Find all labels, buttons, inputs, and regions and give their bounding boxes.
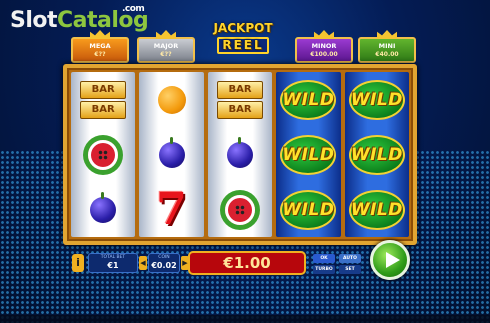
wild-label: WILD	[350, 199, 403, 220]
jackpot-value: €??	[94, 51, 106, 58]
jackpot-name: MINOR	[311, 42, 337, 50]
plum-icon	[227, 136, 254, 168]
logo-domain: .com	[122, 4, 145, 14]
symbol-plum	[146, 131, 198, 179]
total-bet-value: €1	[107, 261, 119, 270]
autoplay-button[interactable]: AUTO	[339, 254, 361, 263]
jackpot-reel-line2: REEL	[217, 37, 269, 54]
jackpot-value: €??	[160, 51, 172, 58]
reels-area: BAR BAR 7 BAR BAR WILD WILD WILD WILD WILD WILD	[71, 72, 410, 237]
bottom-status-bar	[0, 315, 490, 323]
control-panel: i TOTAL BET €1 ◀ COIN €0.02 ▶ €1.00 OK A…	[68, 240, 418, 280]
reel-3: BAR BAR	[207, 72, 273, 237]
crown-icon	[377, 30, 397, 39]
settings-button[interactable]: SET	[339, 265, 361, 274]
jackpot-reel-line1: JACKPOT	[213, 21, 273, 35]
wild-label: WILD	[282, 89, 335, 110]
coin-display: COIN €0.02	[148, 253, 180, 273]
jackpot-name: MINI	[378, 42, 396, 50]
reel-5: WILD WILD WILD	[344, 72, 410, 237]
bar-icon: BAR	[217, 80, 264, 99]
wild-icon: WILD	[280, 79, 337, 120]
info-button[interactable]: i	[72, 254, 84, 272]
wild-label: WILD	[350, 144, 403, 165]
jackpot-name: MAJOR	[153, 42, 179, 50]
crown-icon	[314, 30, 334, 39]
orange-icon	[157, 85, 186, 114]
jackpot-value: €100.00	[310, 51, 338, 58]
coin-value: €0.02	[151, 261, 177, 270]
symbol-seven: 7	[146, 186, 198, 234]
turbo-button[interactable]: TURBO	[313, 265, 335, 274]
crown-icon	[156, 30, 176, 39]
reel-4: WILD WILD WILD	[276, 72, 341, 237]
symbol-wild: WILD	[280, 131, 337, 179]
symbol-bar-bar: BAR BAR	[214, 76, 266, 124]
reel-2: 7	[139, 72, 204, 237]
wild-icon: WILD	[348, 79, 405, 120]
wild-label: WILD	[350, 89, 403, 110]
watermelon-icon	[88, 139, 119, 170]
watermelon-icon	[225, 194, 256, 225]
jackpot-minor: MINOR €100.00	[295, 30, 353, 63]
symbol-wild: WILD	[280, 76, 337, 124]
coin-decrease-button[interactable]: ◀	[139, 256, 147, 270]
wild-icon: WILD	[348, 189, 405, 230]
wild-icon: WILD	[280, 189, 337, 230]
jackpot-reel-title: JACKPOT REEL	[212, 22, 274, 54]
symbol-wild: WILD	[348, 76, 405, 124]
symbol-watermelon	[214, 186, 266, 234]
win-display: €1.00	[188, 251, 306, 275]
wild-icon: WILD	[348, 134, 405, 175]
symbol-wild: WILD	[280, 186, 337, 234]
bar-icon: BAR	[80, 100, 127, 119]
spin-button[interactable]	[370, 240, 410, 280]
symbol-wild: WILD	[348, 186, 405, 234]
symbol-plum	[77, 186, 129, 234]
plum-icon	[158, 136, 185, 168]
plum-icon	[90, 191, 117, 223]
logo-text-part1: Slot	[10, 8, 58, 33]
watermark-logo: SlotCatalog .com	[10, 4, 149, 33]
symbol-bar-bar: BAR BAR	[77, 76, 129, 124]
jackpot-major: MAJOR €??	[137, 30, 195, 63]
symbol-orange	[146, 76, 198, 124]
symbol-plum	[214, 131, 266, 179]
jackpot-value: €40.00	[375, 51, 399, 58]
seven-icon: 7	[156, 183, 187, 235]
jackpot-mega: MEGA €??	[71, 30, 129, 63]
reel-frame: BAR BAR 7 BAR BAR WILD WILD WILD WILD WILD WILD	[63, 64, 417, 245]
wild-label: WILD	[282, 144, 335, 165]
reel-1: BAR BAR	[71, 72, 136, 237]
ok-button[interactable]: OK	[313, 254, 335, 263]
wild-label: WILD	[282, 199, 335, 220]
total-bet-display[interactable]: TOTAL BET €1	[88, 253, 138, 273]
bar-icon: BAR	[80, 80, 127, 99]
symbol-watermelon	[77, 131, 129, 179]
bar-stack: BAR BAR	[80, 80, 127, 119]
jackpot-mini: MINI €40.00	[358, 30, 416, 63]
bar-icon: BAR	[217, 100, 264, 119]
jackpot-name: MEGA	[89, 42, 111, 50]
wild-icon: WILD	[280, 134, 337, 175]
bar-stack: BAR BAR	[217, 80, 264, 119]
symbol-wild: WILD	[348, 131, 405, 179]
